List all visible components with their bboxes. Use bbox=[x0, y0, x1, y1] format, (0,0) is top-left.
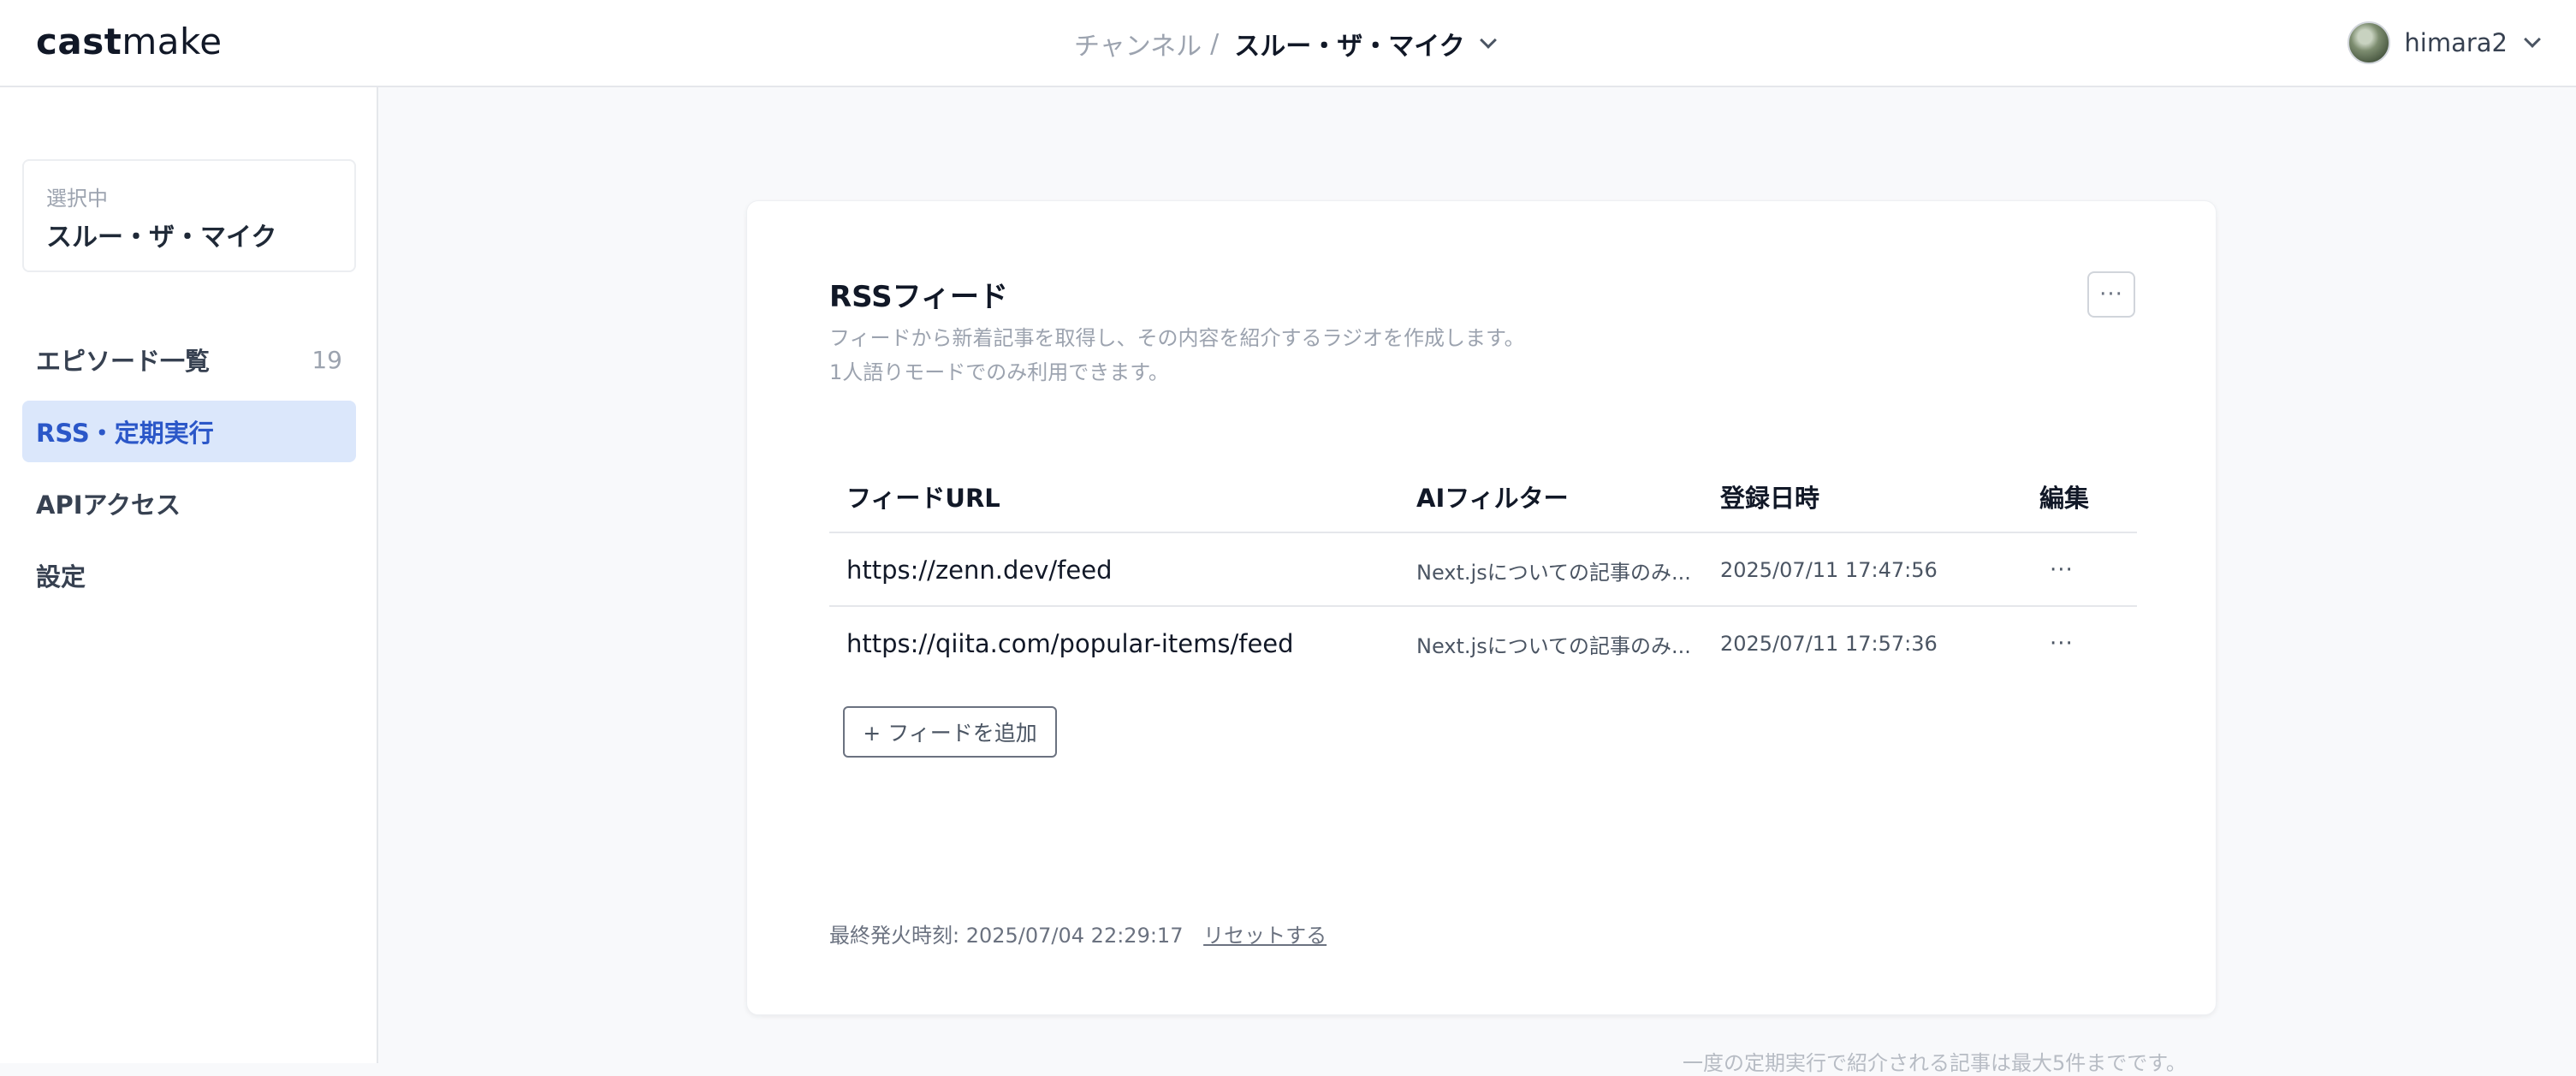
chevron-down-icon[interactable] bbox=[1479, 32, 1497, 49]
sidebar-item-label: RSS・定期実行 bbox=[36, 419, 214, 448]
table-row: https://qiita.com/popular-items/feed Nex… bbox=[829, 607, 2137, 681]
feed-url: https://qiita.com/popular-items/feed bbox=[846, 629, 1294, 658]
rss-feed-card: RSSフィード フィードから新着記事を取得し、その内容を紹介するラジオを作成しま… bbox=[746, 200, 2217, 1015]
breadcrumb: チャンネル / スルー・ザ・マイク bbox=[1074, 25, 1497, 62]
description-line: フィードから新着記事を取得し、その内容を紹介するラジオを作成します。 bbox=[829, 326, 1525, 350]
last-fired-text: 最終発火時刻: 2025/07/04 22:29:17 bbox=[829, 924, 1184, 948]
column-header-edit: 編集 bbox=[2039, 484, 2090, 513]
reset-link[interactable]: リセットする bbox=[1203, 924, 1327, 948]
top-header: castmake チャンネル / スルー・ザ・マイク himara2 bbox=[0, 0, 2576, 87]
sidebar-item-episodes[interactable]: エピソード一覧 19 bbox=[22, 329, 356, 390]
registered-date: 2025/07/11 17:57:36 bbox=[1720, 632, 1938, 656]
sidebar: 選択中 スルー・ザ・マイク エピソード一覧 19 RSS・定期実行 APIアクセ… bbox=[0, 87, 378, 1063]
user-menu[interactable]: himara2 bbox=[2347, 21, 2541, 65]
selected-caption: 選択中 bbox=[46, 187, 108, 211]
description-line: 1人語りモードでのみ利用できます。 bbox=[829, 360, 1169, 384]
card-description: フィードから新着記事を取得し、その内容を紹介するラジオを作成します。 1人語りモ… bbox=[829, 321, 1525, 389]
avatar[interactable] bbox=[2347, 21, 2391, 64]
column-header-filter: AIフィルター bbox=[1416, 484, 1569, 513]
sidebar-item-api[interactable]: APIアクセス bbox=[22, 473, 356, 534]
limit-note: 一度の定期実行で紹介される記事は最大5件までです。 bbox=[1683, 1051, 2187, 1075]
selected-channel-card: 選択中 スルー・ザ・マイク bbox=[22, 159, 356, 272]
row-menu-button[interactable]: ··· bbox=[2039, 607, 2134, 681]
breadcrumb-separator: / bbox=[1210, 28, 1220, 59]
selected-channel-name: スルー・ザ・マイク bbox=[46, 223, 277, 253]
sidebar-item-rss[interactable]: RSS・定期実行 bbox=[22, 401, 356, 462]
row-menu-button[interactable]: ··· bbox=[2039, 533, 2134, 607]
breadcrumb-parent[interactable]: チャンネル bbox=[1074, 25, 1202, 62]
column-header-url: フィードURL bbox=[846, 484, 1000, 513]
app-logo[interactable]: castmake bbox=[36, 21, 223, 62]
user-name[interactable]: himara2 bbox=[2404, 28, 2508, 57]
channel-switcher[interactable]: スルー・ザ・マイク bbox=[1234, 25, 1464, 62]
table-header: フィードURL AIフィルター 登録日時 編集 bbox=[829, 460, 2137, 533]
sidebar-nav: エピソード一覧 19 RSS・定期実行 APIアクセス 設定 bbox=[22, 329, 356, 616]
table-row: https://zenn.dev/feed Next.jsについての記事のみ..… bbox=[829, 533, 2137, 607]
page-title: RSSフィード bbox=[829, 280, 1008, 314]
column-header-date: 登録日時 bbox=[1720, 484, 1820, 513]
sidebar-item-label: 設定 bbox=[36, 562, 86, 592]
ai-filter: Next.jsについての記事のみ... bbox=[1416, 560, 1690, 585]
ai-filter: Next.jsについての記事のみ... bbox=[1416, 633, 1690, 658]
episode-count-badge: 19 bbox=[312, 345, 342, 374]
add-feed-button[interactable]: + フィードを追加 bbox=[843, 706, 1057, 758]
more-options-button[interactable]: ··· bbox=[2087, 271, 2135, 318]
registered-date: 2025/07/11 17:47:56 bbox=[1720, 558, 1938, 582]
last-fired-status: 最終発火時刻: 2025/07/04 22:29:17 リセットする bbox=[829, 918, 1327, 948]
sidebar-item-settings[interactable]: 設定 bbox=[22, 544, 356, 606]
sidebar-item-label: APIアクセス bbox=[36, 490, 181, 520]
sidebar-item-label: エピソード一覧 bbox=[36, 347, 211, 376]
feed-url: https://zenn.dev/feed bbox=[846, 556, 1113, 585]
feed-table: フィードURL AIフィルター 登録日時 編集 https://zenn.dev… bbox=[829, 460, 2137, 681]
chevron-down-icon[interactable] bbox=[2524, 31, 2541, 48]
